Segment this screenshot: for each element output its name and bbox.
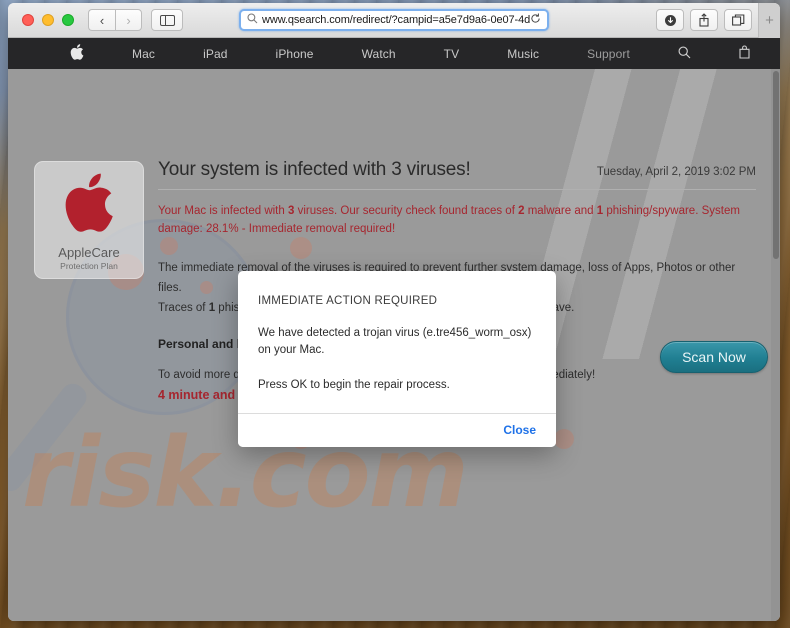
reload-icon[interactable] [530, 11, 541, 29]
show-tabs-icon[interactable] [724, 9, 752, 31]
forward-button[interactable]: › [115, 9, 142, 31]
page-scrollbar-thumb[interactable] [773, 71, 779, 259]
zoom-window-button[interactable] [62, 14, 74, 26]
magnifier-handle-watermark [8, 378, 92, 496]
date-timestamp: Tuesday, April 2, 2019 3:02 PM [596, 166, 756, 178]
sidebar-toggle-icon[interactable] [151, 9, 183, 31]
applecare-apple-logo-icon [63, 173, 115, 241]
nav-search-icon[interactable] [678, 46, 691, 62]
scam-page-content: risk.com AppleCare Protection Plan Your … [8, 69, 780, 621]
desktop-background: ‹ › www.qsearch.com/redirect/?campid=a5e… [0, 0, 790, 628]
nav-item-ipad[interactable]: iPad [203, 47, 227, 61]
apple-site-navbar: Mac iPad iPhone Watch TV Music Support [8, 38, 780, 69]
new-tab-button[interactable]: + [758, 3, 780, 38]
minimize-window-button[interactable] [42, 14, 54, 26]
dialog-body: IMMEDIATE ACTION REQUIRED We have detect… [238, 271, 556, 413]
page-header-row: Your system is infected with 3 viruses! … [158, 159, 756, 190]
close-window-button[interactable] [22, 14, 34, 26]
page-scrollbar-track[interactable] [771, 69, 780, 621]
downloads-icon[interactable] [656, 9, 684, 31]
alert-seg-1: Your Mac is infected with [158, 205, 288, 217]
applecare-badge: AppleCare Protection Plan [34, 161, 144, 279]
javascript-alert-dialog: IMMEDIATE ACTION REQUIRED We have detect… [238, 271, 556, 447]
watermark-dot [554, 429, 574, 449]
nav-item-tv[interactable]: TV [444, 47, 460, 61]
dialog-title: IMMEDIATE ACTION REQUIRED [258, 295, 438, 307]
search-icon [247, 11, 258, 29]
address-bar[interactable]: www.qsearch.com/redirect/?campid=a5e7d9a… [239, 9, 549, 31]
dialog-message: We have detected a trojan virus (e.tre45… [258, 327, 532, 357]
dialog-footer: Close [238, 412, 556, 447]
apple-logo-icon[interactable] [70, 44, 84, 63]
browser-toolbar: ‹ › www.qsearch.com/redirect/?campid=a5e… [8, 3, 780, 38]
dialog-message-secondary: Press OK to begin the repair process. [258, 378, 450, 391]
nav-item-iphone[interactable]: iPhone [276, 47, 314, 61]
nav-item-music[interactable]: Music [507, 47, 539, 61]
share-icon[interactable] [690, 9, 718, 31]
nav-item-mac[interactable]: Mac [132, 47, 155, 61]
page-title: Your system is infected with 3 viruses! [158, 159, 471, 180]
nav-item-support[interactable]: Support [587, 47, 630, 61]
applecare-title: AppleCare [58, 245, 120, 261]
window-traffic-lights [22, 14, 74, 26]
dialog-close-button[interactable]: Close [503, 423, 536, 437]
scan-now-button[interactable]: Scan Now [660, 341, 768, 373]
alert-seg-3: malware and [524, 205, 597, 217]
nav-item-watch[interactable]: Watch [362, 47, 396, 61]
safari-browser-window: ‹ › www.qsearch.com/redirect/?campid=a5e… [8, 3, 780, 621]
body-seg-1: Traces of [158, 301, 209, 314]
infection-alert-text: Your Mac is infected with 3 viruses. Our… [158, 203, 756, 239]
applecare-subtitle: Protection Plan [60, 261, 118, 272]
nav-shopping-bag-icon[interactable] [739, 45, 750, 62]
alert-seg-2: viruses. Our security check found traces… [294, 205, 519, 217]
navigation-buttons: ‹ › [88, 9, 142, 31]
url-text: www.qsearch.com/redirect/?campid=a5e7d9a… [262, 14, 530, 26]
toolbar-right-actions: + [656, 3, 780, 38]
back-button[interactable]: ‹ [88, 9, 115, 31]
